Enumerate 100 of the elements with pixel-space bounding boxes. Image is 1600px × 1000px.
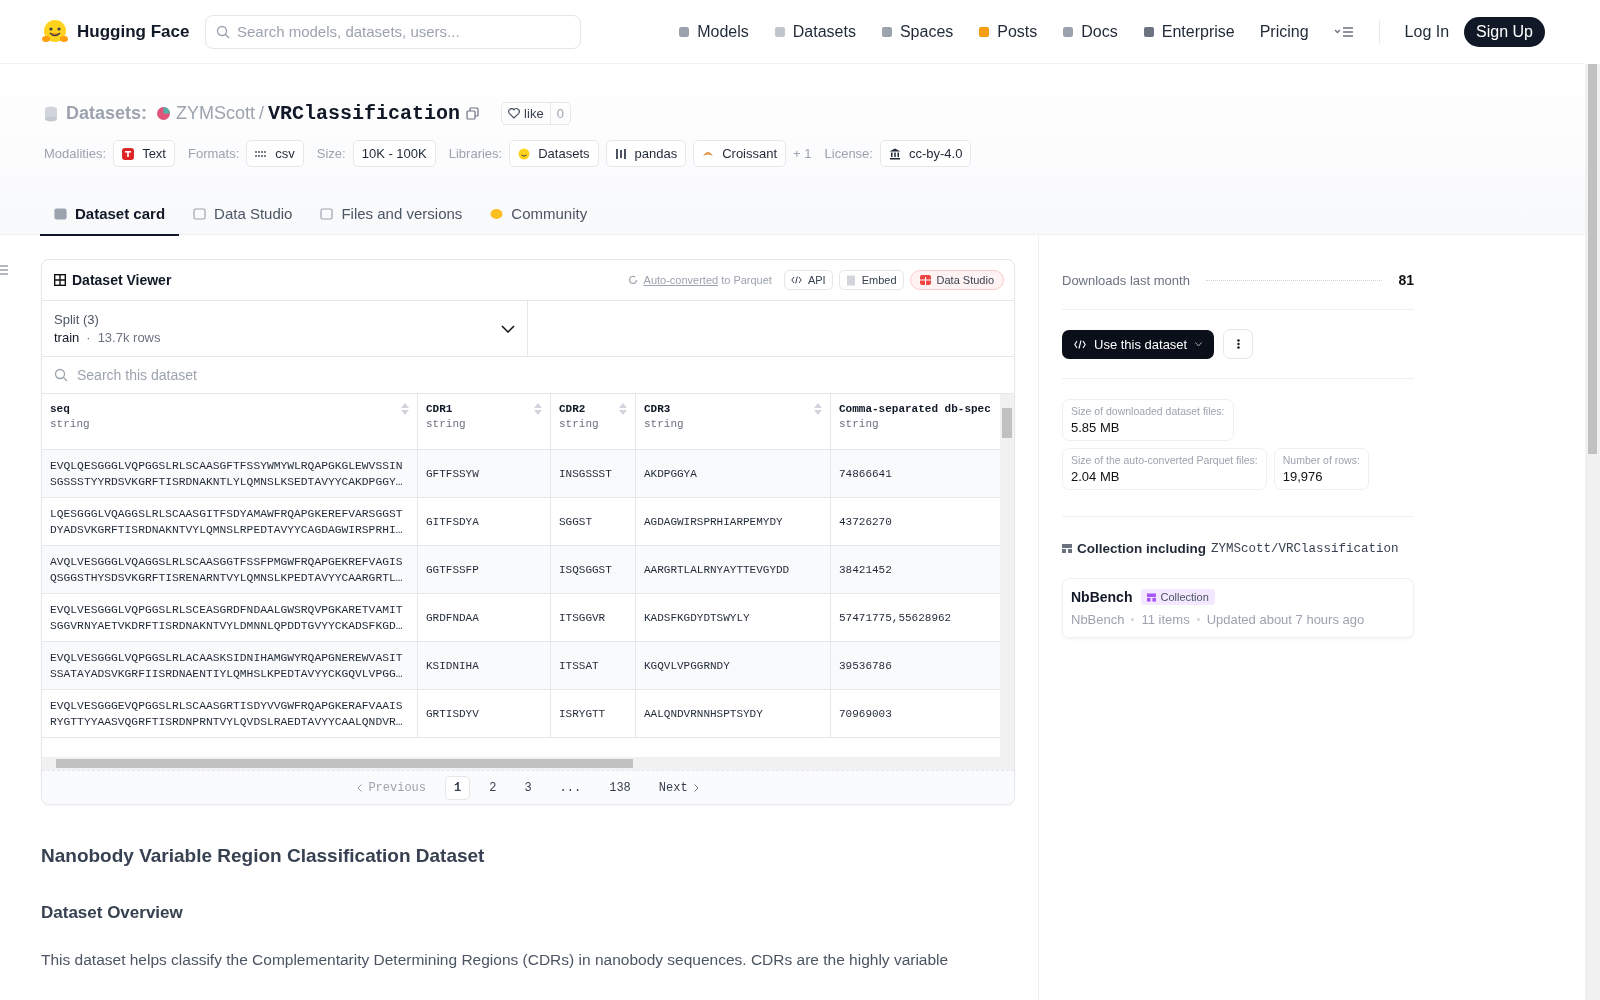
bar-chart-icon xyxy=(614,147,627,160)
dataset-search-field[interactable]: Search this dataset xyxy=(42,357,1014,393)
tag-group-label: Formats: xyxy=(188,146,240,161)
brand-name[interactable]: Hugging Face xyxy=(77,21,190,42)
nav-link[interactable]: Spaces xyxy=(880,22,954,41)
menu-icon[interactable] xyxy=(1333,24,1354,39)
heart-icon xyxy=(508,108,521,119)
table-cell: GRTISDYV xyxy=(426,707,479,720)
page-link[interactable]: 138 xyxy=(600,775,640,800)
column-header[interactable]: CDR2 xyxy=(559,403,599,415)
smiling-face-icon xyxy=(518,147,531,160)
tab[interactable]: Dataset card xyxy=(40,205,180,236)
chevron-left-icon xyxy=(357,783,363,792)
tag-chip[interactable]: Croissant xyxy=(693,140,787,167)
page-link[interactable]: 3 xyxy=(515,775,541,800)
split-dropdown[interactable]: Split (3) train · 13.7k rows xyxy=(42,301,528,356)
collection-title: NbBench xyxy=(1071,589,1133,605)
table-cell: INSGSSST xyxy=(559,467,612,480)
login-link[interactable]: Log In xyxy=(1404,22,1450,41)
stat-label: Size of downloaded dataset files: xyxy=(1071,405,1225,417)
like-button[interactable]: like 0 xyxy=(501,102,571,125)
more-options-button[interactable] xyxy=(1223,329,1254,359)
column-header[interactable]: CDR1 xyxy=(426,403,466,415)
tag-chip[interactable]: pandas xyxy=(605,140,687,167)
table-cell: ITSSAT xyxy=(559,659,599,672)
table-cell: AKDPGGYA xyxy=(644,467,697,480)
tag-chip[interactable]: csv xyxy=(246,140,304,167)
viewer-button[interactable]: Embed xyxy=(838,270,904,290)
collection-card[interactable]: NbBench Collection NbBench 11 items Updated about 7 hours ago xyxy=(1062,578,1414,638)
list-icon xyxy=(255,148,268,159)
use-dataset-button[interactable]: Use this dataset xyxy=(1062,329,1215,359)
table-cell: AGDAGWIRSPRHIARPEMYDY xyxy=(644,515,783,528)
page-link[interactable]: ... xyxy=(550,775,591,800)
table-cell: ITSGGVR xyxy=(559,611,606,624)
table-cell-text: EVQLQESGGGLVQPGGSLRLSCAASGFTFSSYWMYWLRQAPGKGLEWVSSINSGSSSTYYRDSVKGRFTISRDNAKNTLYLQMNSLKSEDTAVYYCAKDPGGY… xyxy=(50,458,404,490)
dataset-name[interactable]: VRClassification xyxy=(268,102,461,125)
split-label: Split (3) xyxy=(54,312,100,327)
vertical-scrollbar[interactable] xyxy=(1000,394,1014,757)
nav-link[interactable]: Pricing xyxy=(1259,22,1309,41)
tag-chip[interactable]: 10K - 100K xyxy=(352,140,436,167)
description-paragraph: This dataset helps classify the Complementarity Determining Regions (CDRs) in nanobody sequences. CDRs are the highly variable xyxy=(41,951,950,969)
page-link[interactable]: 1 xyxy=(445,775,471,800)
collection-meta: NbBench xyxy=(1071,612,1125,627)
table-cell: AALQNDVRNNHSPTSYDY xyxy=(644,707,763,720)
horizontal-scrollbar[interactable] xyxy=(42,757,1014,770)
menu-icon[interactable] xyxy=(0,265,8,275)
card-title: Nanobody Variable Region Classification Dataset xyxy=(41,845,486,867)
nav-link[interactable]: Enterprise xyxy=(1142,22,1235,41)
table-cell: GRDFNDAA xyxy=(426,611,479,624)
nav-link[interactable]: Posts xyxy=(978,22,1038,41)
sort-icon[interactable] xyxy=(534,403,542,415)
column-header[interactable]: CDR3 xyxy=(644,403,684,415)
collection-icon xyxy=(1147,592,1157,602)
collection-meta: 11 items xyxy=(1141,612,1190,627)
table-cell: 39536786 xyxy=(839,659,892,672)
search-icon xyxy=(216,24,230,39)
column-header[interactable]: seq xyxy=(50,403,90,415)
stat-value: 19,976 xyxy=(1282,469,1324,484)
chevron-down-icon xyxy=(501,324,515,333)
next-link[interactable]: Next xyxy=(649,775,708,800)
sort-icon[interactable] xyxy=(814,403,822,415)
viewer-button[interactable]: API xyxy=(783,270,833,290)
stat-label: Number of rows: xyxy=(1282,454,1360,466)
search-field[interactable]: Search models, datasets, users... xyxy=(205,14,581,49)
parquet-note: to Parquet xyxy=(721,274,772,286)
tab[interactable]: Files and versions xyxy=(306,205,477,236)
column-type: string xyxy=(839,418,880,430)
page-link[interactable]: 2 xyxy=(480,775,506,800)
signup-button[interactable]: Sign Up xyxy=(1464,16,1545,47)
tag-chip[interactable]: Datasets xyxy=(509,140,599,167)
tag-group-label: License: xyxy=(824,146,873,161)
table-cell-text: LQESGGGLVQAGGSLRLSCAASGITFSDYAMAWFRQAPGKEREFVARSGGSTDYADSVKGRFTISRDNAKNTVYLQMNSLRPEDTAVYYCAGDAGWIRSPRHI… xyxy=(50,506,404,538)
sort-icon[interactable] xyxy=(401,403,409,415)
text-icon xyxy=(122,147,135,160)
nav-link[interactable]: Docs xyxy=(1062,22,1118,41)
nav-link[interactable]: Datasets xyxy=(773,22,856,41)
tag-chip[interactable]: Text xyxy=(113,140,175,167)
chevron-right-icon xyxy=(693,783,699,792)
tab[interactable]: Community xyxy=(476,205,602,236)
page-scrollbar[interactable] xyxy=(1585,64,1600,1000)
copy-icon[interactable] xyxy=(466,107,480,120)
bank-icon xyxy=(888,147,901,160)
nav-link[interactable]: Models xyxy=(678,22,749,41)
tag-group-label: Size: xyxy=(316,146,346,161)
path-separator: / xyxy=(259,103,265,124)
table-cell-text: EVQLVESGGGEVQPGGSLRLSCAASGRTISDYVVGWFRQAPGKERAFVAAISRYGTTYYAASVQGRFTISRDNPRNTVYLQVDSLRAEDTAVYYCAALQNDVR… xyxy=(50,698,404,730)
table-cell: ISRYGTT xyxy=(559,707,606,720)
column-header[interactable]: Comma-separated db-spec xyxy=(839,403,991,415)
table-cell-text: EVQLVESGGGLVQPGGSLRLACAASKSIDNIHAMGWYRQAPGNEREWVASITSSATAYADSVKGRFIISRDNAENTIYLQMHSLKPEDTAVYYCKGQVLVPGG… xyxy=(50,650,404,682)
code-icon xyxy=(1074,339,1086,349)
tag-chip[interactable]: cc-by-4.0 xyxy=(879,140,972,167)
collection-icon xyxy=(1062,544,1072,553)
table-cell: 43726270 xyxy=(839,515,892,528)
table-cell: ISQSGGST xyxy=(559,563,612,576)
viewer-button[interactable]: Data Studio xyxy=(909,270,1004,290)
sort-icon[interactable] xyxy=(619,403,627,415)
tab[interactable]: Data Studio xyxy=(179,205,307,236)
caret-icon xyxy=(1195,341,1203,347)
code-icon xyxy=(790,276,802,284)
collection-badge: Collection xyxy=(1141,589,1215,605)
